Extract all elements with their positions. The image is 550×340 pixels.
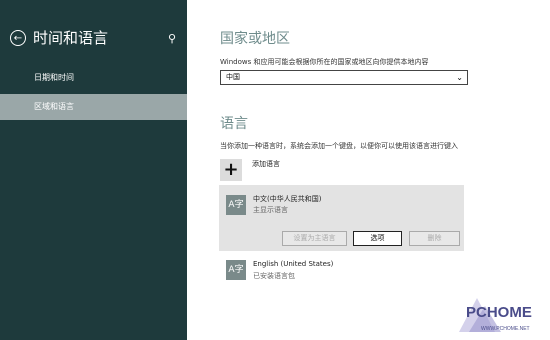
chevron-down-icon: ⌄ xyxy=(456,73,463,82)
sidebar: ← 时间和语言 ⚲ 日期和时间 区域和语言 xyxy=(0,0,187,340)
sidebar-title: 时间和语言 xyxy=(33,29,109,47)
watermark-url: WWW.PCHOME.NET xyxy=(481,326,530,332)
language-icon: A字 xyxy=(226,195,246,215)
language-description: 当你添加一种语言时，系统会添加一个键盘，以便你可以使用该语言进行键入 xyxy=(220,142,458,150)
watermark-text: PCHOME xyxy=(466,304,532,321)
search-icon[interactable]: ⚲ xyxy=(162,29,182,49)
main-content: 国家或地区 Windows 和应用可能会根据你所在的国家或地区向你提供本地内容 … xyxy=(187,0,550,340)
add-language-button[interactable]: + xyxy=(220,159,242,181)
language-status: 已安装语言包 xyxy=(253,272,295,280)
language-name: 中文(中华人民共和国) xyxy=(253,195,322,203)
region-heading: 国家或地区 xyxy=(220,31,290,47)
set-primary-button[interactable]: 设置为主语言 xyxy=(282,231,347,246)
language-name[interactable]: English (United States) xyxy=(253,260,333,268)
sidebar-item-region-language[interactable]: 区域和语言 xyxy=(0,94,187,120)
region-select[interactable]: 中国 ⌄ xyxy=(220,70,468,85)
remove-button[interactable]: 删除 xyxy=(409,231,460,246)
language-icon: A字 xyxy=(226,260,246,280)
region-description: Windows 和应用可能会根据你所在的国家或地区向你提供本地内容 xyxy=(220,58,429,66)
language-heading: 语言 xyxy=(220,116,248,132)
options-button[interactable]: 选项 xyxy=(353,231,402,246)
language-item-selected[interactable]: A字 中文(中华人民共和国) 主显示语言 设置为主语言 选项 删除 xyxy=(219,185,464,251)
region-select-value: 中国 xyxy=(226,73,240,81)
language-status: 主显示语言 xyxy=(253,206,288,214)
sidebar-item-date-time[interactable]: 日期和时间 xyxy=(0,65,187,91)
add-language-label[interactable]: 添加语言 xyxy=(252,159,280,169)
back-arrow-icon[interactable]: ← xyxy=(10,30,26,46)
